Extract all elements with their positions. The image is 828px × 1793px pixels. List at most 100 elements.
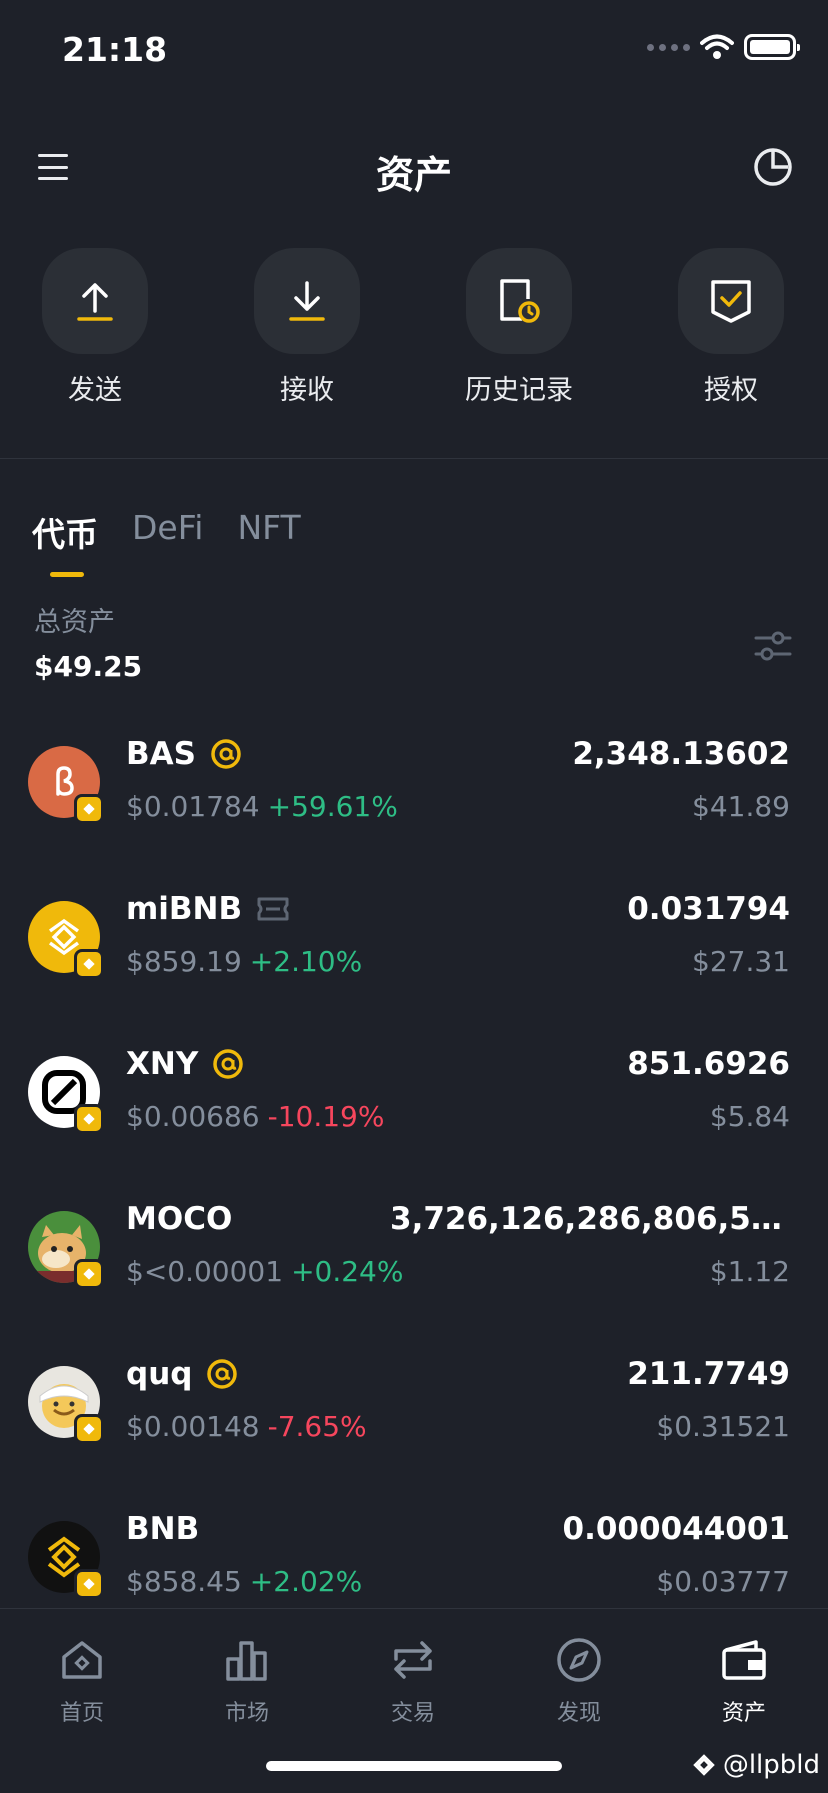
filter-sliders-icon[interactable] <box>754 628 792 664</box>
wifi-icon <box>700 34 734 59</box>
token-name: miBNB <box>126 891 290 927</box>
nav-trade-label: 交易 <box>390 1701 435 1726</box>
token-row-bas[interactable]: BAS $0.01784 +59.61% 2,348.13602 $41.89 <box>0 720 828 874</box>
token-row-mibnb[interactable]: miBNB $859.19 +2.10% 0.031794 $27.31 <box>0 875 828 1029</box>
binance-logo-icon <box>693 1754 715 1776</box>
token-amount: 3,726,126,286,806,54... <box>390 1201 790 1237</box>
at-sign-icon <box>213 1049 244 1079</box>
token-row-quq[interactable]: quq $0.00148 -7.65% 211.7749 $0.31521 <box>0 1340 828 1494</box>
token-change: +0.24% <box>291 1255 404 1288</box>
tab-tokens[interactable]: 代币 <box>32 508 98 577</box>
nav-market[interactable]: 市场 <box>177 1631 317 1727</box>
home-indicator[interactable] <box>266 1761 562 1771</box>
token-value: $1.12 <box>709 1255 790 1288</box>
header: 资产 <box>0 130 828 210</box>
receive-arrow-down-icon[interactable] <box>254 248 360 354</box>
authorize-button[interactable]: 授权 <box>661 248 801 407</box>
history-document-clock-icon[interactable] <box>466 248 572 354</box>
token-symbol: quq <box>126 1356 193 1392</box>
quick-actions: 发送 接收 历史记录 授权 <box>0 248 828 408</box>
send-arrow-up-icon[interactable] <box>42 248 148 354</box>
bnb-chain-badge-icon <box>74 1104 104 1134</box>
discover-compass-icon <box>509 1631 649 1689</box>
pie-chart-icon[interactable] <box>752 146 794 188</box>
history-button[interactable]: 历史记录 <box>449 248 589 407</box>
send-button[interactable]: 发送 <box>25 248 165 407</box>
asset-tabs: 代币 DeFi NFT <box>32 508 301 577</box>
token-value: $0.31521 <box>656 1410 790 1443</box>
nav-assets-label: 资产 <box>721 1701 766 1726</box>
token-row-moco[interactable]: MOCO $<0.00001 +0.24% 3,726,126,286,806,5… <box>0 1185 828 1339</box>
token-price-value: $858.45 <box>126 1565 242 1598</box>
token-symbol: miBNB <box>126 891 243 927</box>
market-bar-chart-icon <box>177 1631 317 1689</box>
nav-market-label: 市场 <box>224 1701 269 1726</box>
token-price-value: $0.00148 <box>126 1410 260 1443</box>
bnb-logo <box>28 1521 104 1599</box>
authorize-label: 授权 <box>704 375 758 406</box>
token-name: BAS <box>126 736 242 772</box>
token-value: $41.89 <box>692 790 790 823</box>
at-sign-icon <box>207 1359 238 1389</box>
token-symbol: MOCO <box>126 1201 233 1237</box>
bnb-chain-badge-icon <box>74 1259 104 1289</box>
ticket-icon <box>257 897 289 921</box>
mibnb-logo <box>28 901 104 979</box>
token-change: -10.19% <box>267 1100 385 1133</box>
token-symbol: XNY <box>126 1046 199 1082</box>
tab-defi[interactable]: DeFi <box>132 508 203 556</box>
history-label: 历史记录 <box>465 375 573 406</box>
quq-logo <box>28 1366 104 1444</box>
nav-discover-label: 发现 <box>556 1701 601 1726</box>
nav-discover[interactable]: 发现 <box>509 1631 649 1727</box>
token-name: BNB <box>126 1511 199 1547</box>
token-name: quq <box>126 1356 238 1392</box>
receive-button[interactable]: 接收 <box>237 248 377 407</box>
authorize-shield-check-icon[interactable] <box>678 248 784 354</box>
total-assets-value: $49.25 <box>34 650 143 683</box>
token-amount: 851.6926 <box>627 1046 790 1082</box>
xny-logo <box>28 1056 104 1134</box>
token-row-bnb[interactable]: BNB $858.45 +2.02% 0.000044001 $0.03777 <box>0 1495 828 1610</box>
token-name: MOCO <box>126 1201 232 1237</box>
token-amount: 0.000044001 <box>562 1511 790 1547</box>
tab-nft[interactable]: NFT <box>237 508 300 556</box>
token-name: XNY <box>126 1046 244 1082</box>
send-label: 发送 <box>68 375 122 406</box>
token-change: -7.65% <box>267 1410 367 1443</box>
nav-home[interactable]: 首页 <box>12 1631 152 1727</box>
moco-logo <box>28 1211 104 1289</box>
bnb-chain-badge-icon <box>74 1569 104 1599</box>
nav-home-label: 首页 <box>59 1701 104 1726</box>
token-price: $858.45 +2.02% <box>126 1565 362 1598</box>
token-amount: 0.031794 <box>627 891 790 927</box>
token-price: $0.01784 +59.61% <box>126 790 398 823</box>
bnb-chain-badge-icon <box>74 949 104 979</box>
nav-assets[interactable]: 资产 <box>674 1631 814 1727</box>
at-sign-icon <box>211 739 241 769</box>
token-row-xny[interactable]: XNY $0.00686 -10.19% 851.6926 $5.84 <box>0 1030 828 1184</box>
status-time: 21:18 <box>62 30 168 69</box>
battery-icon <box>744 34 800 60</box>
token-price-value: $0.01784 <box>126 790 260 823</box>
tab-active-indicator <box>50 572 84 577</box>
tab-tokens-label: 代币 <box>32 515 98 554</box>
token-price: $859.19 +2.10% <box>126 945 362 978</box>
token-change: +2.10% <box>249 945 363 978</box>
token-price-value: $859.19 <box>126 945 242 978</box>
token-price-value: $0.00686 <box>126 1100 260 1133</box>
total-assets-label: 总资产 <box>34 607 115 638</box>
token-change: +59.61% <box>267 790 398 823</box>
token-amount: 2,348.13602 <box>572 736 790 772</box>
token-value: $27.31 <box>692 945 790 978</box>
status-icons <box>647 34 800 60</box>
token-list: BAS $0.01784 +59.61% 2,348.13602 $41.89 m… <box>0 720 828 1610</box>
nav-trade[interactable]: 交易 <box>343 1631 483 1727</box>
page-title: 资产 <box>375 153 452 197</box>
receive-label: 接收 <box>280 375 334 406</box>
home-icon <box>12 1631 152 1689</box>
watermark-text: @llpbld <box>722 1750 820 1780</box>
divider <box>0 458 828 459</box>
token-value: $0.03777 <box>656 1565 790 1598</box>
bas-logo <box>28 746 104 824</box>
